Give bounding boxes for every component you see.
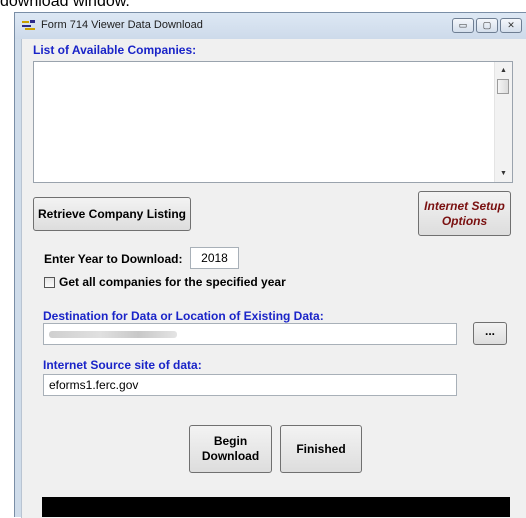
background-caption: download window. xyxy=(0,0,130,10)
internet-setup-options-button[interactable]: Internet Setup Options xyxy=(418,191,511,236)
dialog-body: List of Available Companies: ▲ ▼ Retriev… xyxy=(21,39,526,518)
destination-field[interactable] xyxy=(43,323,457,345)
begin-download-button[interactable]: Begin Download xyxy=(189,425,272,473)
source-field[interactable]: eforms1.ferc.gov xyxy=(43,374,457,396)
scroll-up-icon[interactable]: ▲ xyxy=(495,62,512,79)
close-icon[interactable]: ✕ xyxy=(500,18,522,33)
company-list[interactable]: ▲ ▼ xyxy=(33,61,513,183)
finished-button[interactable]: Finished xyxy=(280,425,362,473)
minimize-icon[interactable]: ▭ xyxy=(452,18,474,33)
browse-button[interactable]: ... xyxy=(473,322,507,345)
retrieve-company-listing-button[interactable]: Retrieve Company Listing xyxy=(33,197,191,231)
maximize-icon[interactable]: ▢ xyxy=(476,18,498,33)
progress-bar xyxy=(42,497,510,517)
year-label: Enter Year to Download: xyxy=(44,252,183,266)
source-label: Internet Source site of data: xyxy=(43,358,202,372)
redacted-path xyxy=(49,330,177,338)
all-companies-checkbox[interactable] xyxy=(44,277,55,288)
list-scrollbar[interactable]: ▲ ▼ xyxy=(494,62,512,182)
scroll-thumb[interactable] xyxy=(497,79,509,94)
all-companies-label: Get all companies for the specified year xyxy=(59,275,286,289)
app-icon xyxy=(22,20,35,30)
download-window: Form 714 Viewer Data Download ▭ ▢ ✕ List… xyxy=(14,12,526,518)
companies-label: List of Available Companies: xyxy=(33,43,197,57)
window-title: Form 714 Viewer Data Download xyxy=(41,19,203,31)
year-input[interactable]: 2018 xyxy=(190,247,239,269)
scroll-down-icon[interactable]: ▼ xyxy=(495,165,512,182)
destination-label: Destination for Data or Location of Exis… xyxy=(43,309,324,323)
title-bar[interactable]: Form 714 Viewer Data Download ▭ ▢ ✕ xyxy=(15,13,526,39)
